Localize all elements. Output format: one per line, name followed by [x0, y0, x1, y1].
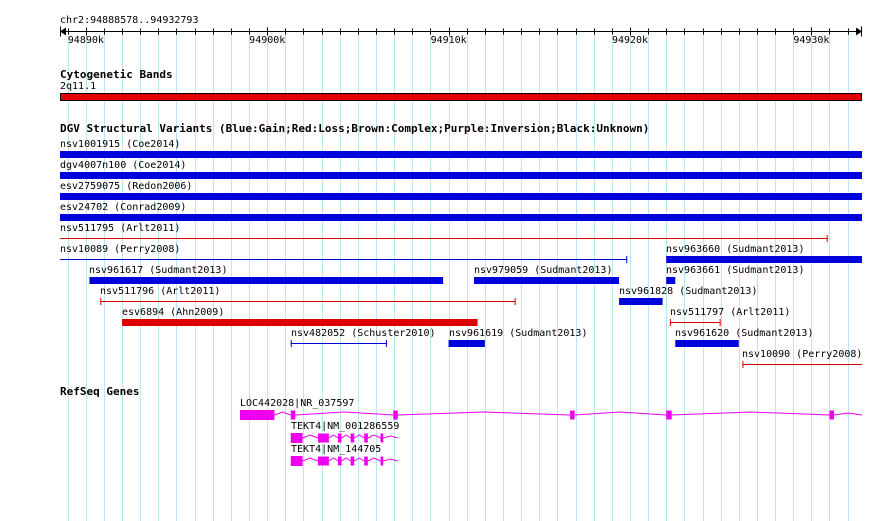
ruler-tick-label: 94910k [430, 35, 467, 46]
gene-intron [367, 457, 381, 462]
gene-exon [350, 433, 355, 443]
gene-intron [341, 434, 351, 439]
dgv-feature-label[interactable]: esv24702 (Conrad2009) [60, 202, 186, 214]
dgv-feature-nsv482052[interactable] [290, 340, 387, 347]
dgv-feature-label[interactable]: nsv961619 (Sudmant2013) [449, 328, 587, 340]
cytoband-track-title: Cytogenetic Bands [60, 68, 173, 81]
gene-exon [317, 456, 329, 466]
dgv-feature-label[interactable]: nsv482052 (Schuster2010) [291, 328, 436, 340]
dgv-feature-label[interactable]: nsv511797 (Arlt2011) [670, 307, 790, 319]
ruler-tick-label: 94920k [611, 35, 649, 46]
gene-intron [383, 435, 398, 439]
gene-exon [290, 410, 296, 420]
refseq-gene-label[interactable]: TEKT4|NM_001286559 [291, 421, 399, 433]
gene-intron [328, 434, 339, 439]
refseq-gene-loc442028[interactable] [239, 410, 863, 420]
gene-exon [290, 456, 303, 466]
dgv-feature-label[interactable]: nsv963661 (Sudmant2013) [666, 265, 804, 277]
gene-exon [350, 456, 355, 466]
gene-exon [393, 410, 398, 420]
dgv-feature-label[interactable]: esv2759075 (Redon2006) [60, 181, 192, 193]
dgv-feature-label[interactable]: nsv961617 (Sudmant2013) [89, 265, 227, 277]
gene-exon [570, 410, 575, 420]
dgv-feature-label[interactable]: nsv10089 (Perry2008) [60, 244, 180, 256]
dgv-feature-nsv979059[interactable] [473, 277, 620, 284]
ruler-tick-label: 94930k [793, 35, 830, 46]
gene-exon [829, 410, 835, 420]
dgv-feature-nsv1001915[interactable] [60, 151, 862, 158]
dgv-feature-nsv961619[interactable] [448, 340, 485, 347]
gene-exon [239, 410, 275, 420]
dgv-feature-nsv511797[interactable] [669, 319, 721, 326]
gene-exon [290, 433, 303, 443]
gene-intron [341, 457, 351, 462]
dgv-feature-label[interactable]: nsv511795 (Arlt2011) [60, 223, 180, 235]
gene-exon [364, 456, 368, 466]
gene-intron [295, 411, 394, 416]
dgv-feature-label[interactable]: nsv511796 (Arlt2011) [100, 286, 220, 298]
dgv-feature-nsv10090[interactable] [742, 361, 862, 368]
ruler-tick-label: 94900k [249, 35, 286, 46]
dgv-track-title: DGV Structural Variants (Blue:Gain;Red:L… [60, 122, 650, 135]
gene-exon [364, 433, 368, 443]
gene-exon [380, 433, 384, 443]
dgv-feature-label[interactable]: nsv963660 (Sudmant2013) [666, 244, 804, 256]
gene-exon [380, 456, 384, 466]
gene-intron [302, 457, 319, 462]
ruler-range-label: chr2:94888578..94932793 [60, 15, 199, 26]
ruler-tick-label: 94890k [67, 35, 104, 46]
gene-intron [671, 411, 830, 416]
gene-exon [317, 433, 329, 443]
gene-intron [383, 458, 398, 462]
dgv-feature-label[interactable]: esv6894 (Ahn2009) [122, 307, 224, 319]
refseq-gene-tekt4[interactable] [290, 433, 398, 443]
refseq-gene-label[interactable]: LOC442028|NR_037597 [240, 398, 354, 410]
gene-intron [328, 457, 339, 462]
dgv-feature-nsv963661[interactable] [666, 277, 676, 284]
dgv-feature-label[interactable]: nsv961828 (Sudmant2013) [619, 286, 757, 298]
dgv-feature-label[interactable]: nsv979059 (Sudmant2013) [474, 265, 612, 277]
dgv-feature-esv24702[interactable] [60, 214, 862, 221]
refseq-track-title: RefSeq Genes [60, 385, 140, 398]
gene-intron [367, 434, 381, 439]
dgv-feature-dgv4007n100[interactable] [60, 172, 862, 179]
gene-intron [274, 411, 291, 416]
dgv-feature-label[interactable]: nsv1001915 (Coe2014) [60, 139, 180, 151]
gene-intron [574, 411, 667, 416]
refseq-genes [239, 410, 863, 466]
gene-intron [353, 434, 365, 439]
dgv-feature-nsv961828[interactable] [619, 298, 663, 305]
refseq-gene-label[interactable]: TEKT4|NM_144705 [291, 444, 381, 456]
dgv-feature-nsv961617[interactable] [89, 277, 444, 284]
refseq-gene-tekt4[interactable] [290, 456, 398, 466]
gene-intron [397, 411, 571, 416]
dgv-feature-label[interactable]: nsv10090 (Perry2008) [742, 349, 862, 361]
dgv-feature-nsv961620[interactable] [675, 340, 739, 347]
dgv-feature-nsv10089[interactable] [60, 256, 628, 263]
dgv-feature-nsv963660[interactable] [666, 256, 862, 263]
dgv-feature-label[interactable]: nsv961620 (Sudmant2013) [675, 328, 813, 340]
cytoband-label[interactable]: 2q11.1 [60, 81, 96, 93]
gene-exon [337, 433, 342, 443]
dgv-feature-esv6894[interactable] [122, 319, 478, 326]
dgv-feature-nsv511795[interactable] [60, 235, 828, 242]
dgv-feature-esv2759075[interactable] [60, 193, 862, 200]
gene-exon [666, 410, 672, 420]
dgv-feature-label[interactable]: dgv4007n100 (Coe2014) [60, 160, 186, 172]
gene-intron [353, 457, 365, 462]
gene-exon [337, 456, 342, 466]
cytoband-bar-2q11-1[interactable] [60, 93, 862, 101]
dgv-feature-nsv511796[interactable] [100, 298, 516, 305]
gene-intron [302, 434, 319, 439]
